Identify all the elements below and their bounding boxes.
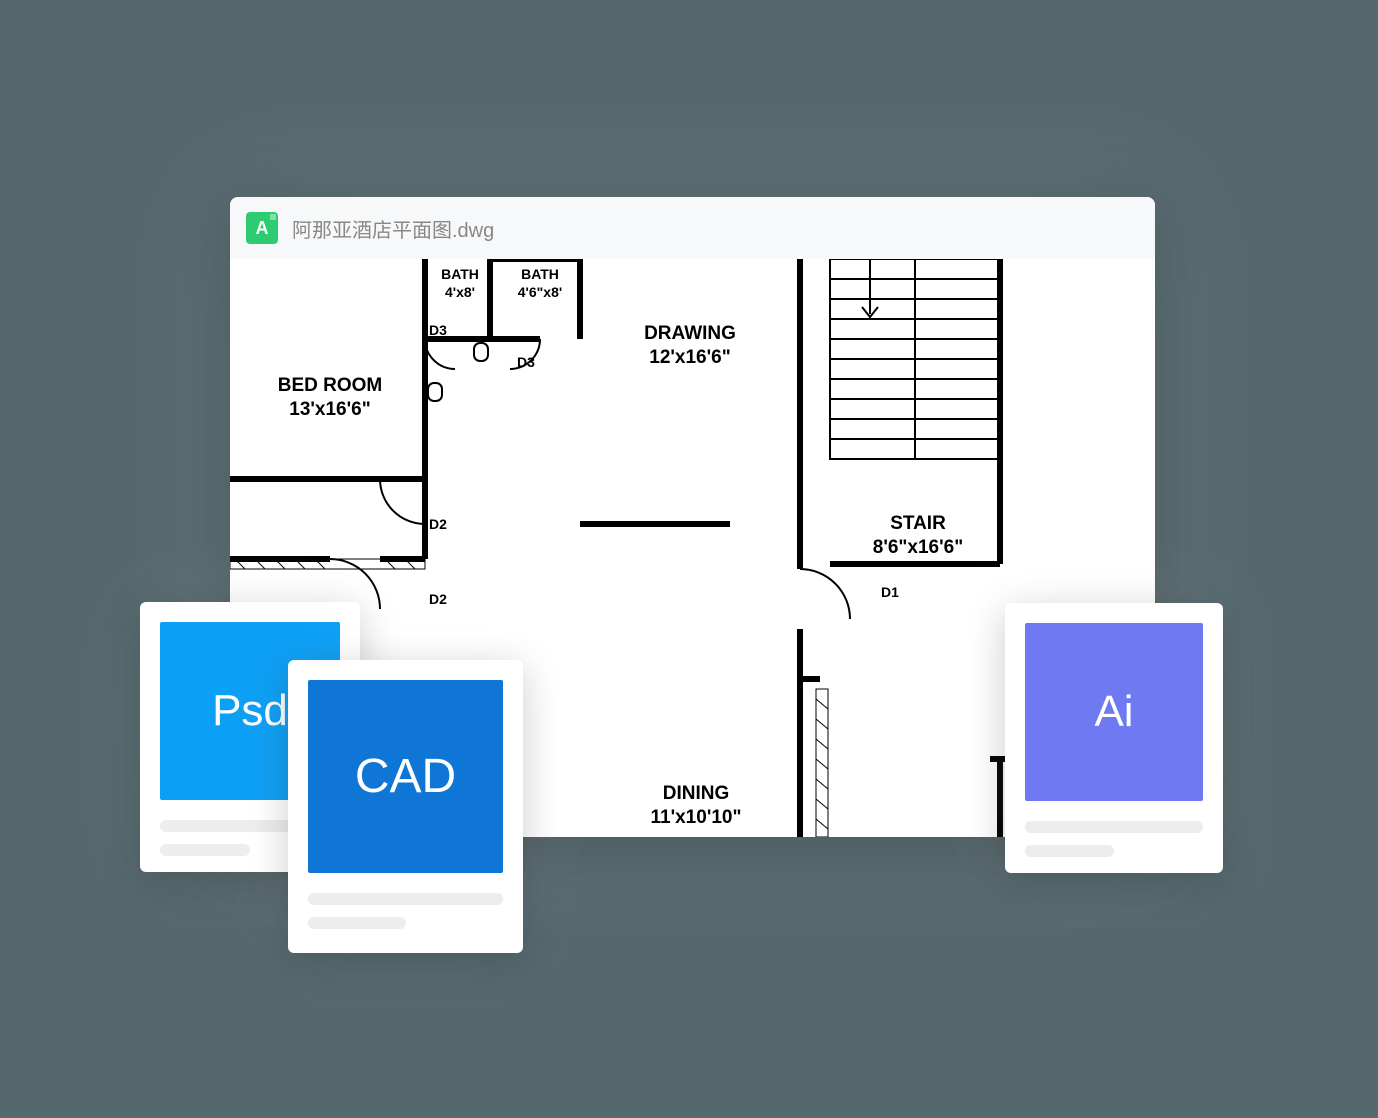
file-card-ai[interactable]: Ai xyxy=(1005,603,1223,873)
placeholder-line xyxy=(160,844,250,856)
placeholder-line xyxy=(308,893,503,905)
room-dining-name: DINING xyxy=(663,783,730,804)
room-dining-dim: 11'x10'10" xyxy=(651,807,742,828)
file-card-cad[interactable]: CAD xyxy=(288,660,523,953)
room-bath1-dim: 4'x8' xyxy=(445,284,475,300)
titlebar: A 阿那亚酒店平面图.dwg xyxy=(230,197,1155,259)
room-stair-name: STAIR xyxy=(890,513,946,534)
room-drawing-dim: 12'x16'6" xyxy=(649,347,730,368)
door-d3a: D3 xyxy=(429,322,447,338)
placeholder-line xyxy=(1025,845,1114,857)
room-bath1-name: BATH xyxy=(441,266,479,282)
door-d1: D1 xyxy=(881,584,899,600)
door-d2a: D2 xyxy=(429,516,447,532)
placeholder-line xyxy=(308,917,406,929)
door-d3b: D3 xyxy=(517,354,535,370)
filename: 阿那亚酒店平面图.dwg xyxy=(292,214,494,243)
room-drawing-name: DRAWING xyxy=(644,323,736,344)
room-bedroom-name: BED ROOM xyxy=(278,375,383,396)
room-bedroom-dim: 13'x16'6" xyxy=(289,399,370,420)
room-stair-dim: 8'6"x16'6" xyxy=(873,537,963,558)
door-d2b: D2 xyxy=(429,591,447,607)
placeholder-line xyxy=(1025,821,1203,833)
room-bath2-dim: 4'6"x8' xyxy=(518,284,562,300)
app-icon: A xyxy=(246,212,278,244)
room-bath2-name: BATH xyxy=(521,266,559,282)
file-tile-cad: CAD xyxy=(308,680,503,873)
file-tile-ai: Ai xyxy=(1025,623,1203,801)
